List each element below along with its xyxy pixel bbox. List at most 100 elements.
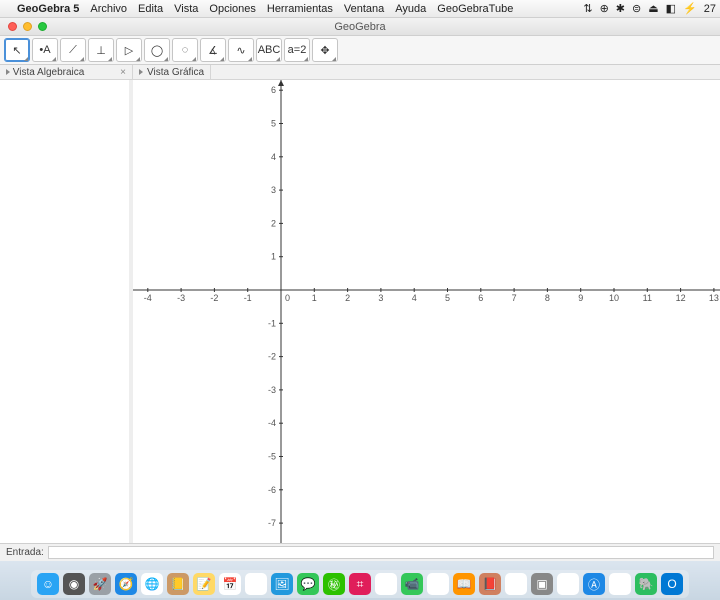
dock-app-mail[interactable]: ✉ [609,573,631,595]
input-bar: Entrada: [0,543,720,561]
dock: ☺◉🚀🧭🌐📒📝📅☑🖼💬㊙⌗✿📹🗺📖📕◯▣♫Ⓐ✉🐘O [31,570,689,598]
svg-text:13: 13 [709,293,719,303]
algebra-pane-tab[interactable]: Vista Algebraica × [0,65,133,79]
menu-edita[interactable]: Edita [138,3,163,15]
menu-geogebratube[interactable]: GeoGebraTube [437,3,513,15]
graphics-pane-label: Vista Gráfica [147,67,204,78]
svg-text:-1: -1 [268,318,276,328]
dock-app-calendar[interactable]: 📅 [219,573,241,595]
sync-icon[interactable]: ⊕ [600,2,609,15]
slider-tool[interactable]: a=2 [284,38,310,62]
battery-icon[interactable]: ⚡ [683,2,697,15]
dock-app-geogebra[interactable]: ◯ [505,573,527,595]
dropdown-icon [136,57,140,61]
menu-ventana[interactable]: Ventana [344,3,384,15]
polygon-tool[interactable]: ▷ [116,38,142,62]
dock-app-messages[interactable]: 💬 [297,573,319,595]
svg-text:-6: -6 [268,485,276,495]
disclosure-icon [6,69,10,75]
svg-text:-4: -4 [268,418,276,428]
dock-app-siri[interactable]: ◉ [63,573,85,595]
angle-tool[interactable]: ∡ [200,38,226,62]
menu-ayuda[interactable]: Ayuda [395,3,426,15]
bluetooth-icon[interactable]: ✱ [616,2,625,15]
move-tool[interactable]: ↖ [4,38,30,62]
svg-text:0: 0 [285,293,290,303]
dock-app-safari[interactable]: 🧭 [115,573,137,595]
dock-app-reminders[interactable]: ☑ [245,573,267,595]
svg-text:5: 5 [445,293,450,303]
clock[interactable]: 27 [704,3,716,15]
line-tool[interactable]: ⟋ [60,38,86,62]
svg-text:-3: -3 [268,385,276,395]
dock-app-launchpad[interactable]: 🚀 [89,573,111,595]
svg-text:6: 6 [271,85,276,95]
menu-herramientas[interactable]: Herramientas [267,3,333,15]
display-icon[interactable]: ⏏ [648,2,658,15]
dock-app-preview[interactable]: 🖼 [271,573,293,595]
input-field[interactable] [48,546,714,559]
dock-app-itunes[interactable]: ♫ [557,573,579,595]
dock-app-screencap[interactable]: ▣ [531,573,553,595]
workspace: -4-3-2-1012345678910111213-7-6-5-4-3-2-1… [0,80,720,543]
pan-tool[interactable]: ✥ [312,38,338,62]
circle-tool[interactable]: ◯ [144,38,170,62]
dropdown-icon [276,57,280,61]
svg-text:5: 5 [271,119,276,129]
dock-app-facetime[interactable]: 📹 [401,573,423,595]
dropbox-icon[interactable]: ⇅ [583,2,592,15]
dock-area: ☺◉🚀🧭🌐📒📝📅☑🖼💬㊙⌗✿📹🗺📖📕◯▣♫Ⓐ✉🐘O [0,561,720,600]
point-tool[interactable]: •A [32,38,58,62]
text-tool[interactable]: ABC [256,38,282,62]
graphics-view[interactable]: -4-3-2-1012345678910111213-7-6-5-4-3-2-1… [133,80,720,543]
svg-text:11: 11 [643,293,652,303]
dock-app-chrome[interactable]: 🌐 [141,573,163,595]
graphics-pane-tab[interactable]: Vista Gráfica [133,65,211,79]
svg-text:8: 8 [545,293,550,303]
dock-app-evernote[interactable]: 🐘 [635,573,657,595]
algebra-pane-close-icon[interactable]: × [120,67,126,78]
reflect-tool[interactable]: ∿ [228,38,254,62]
svg-text:2: 2 [271,218,276,228]
dropdown-icon [304,57,308,61]
dock-app-photos[interactable]: ✿ [375,573,397,595]
dropdown-icon [220,57,224,61]
dropdown-icon [80,57,84,61]
algebra-view[interactable] [0,80,133,543]
ellipse-tool[interactable]: ◌ [172,38,198,62]
dock-app-slack[interactable]: ⌗ [349,573,371,595]
dock-app-maps[interactable]: 🗺 [427,573,449,595]
svg-text:-4: -4 [144,293,152,303]
volume-icon[interactable]: ◧ [666,2,676,15]
wifi-icon[interactable]: ⊜ [632,2,641,15]
dropdown-icon [164,57,168,61]
perpendicular-tool[interactable]: ⊥ [88,38,114,62]
dock-app-dictionary[interactable]: 📕 [479,573,501,595]
svg-text:-5: -5 [268,452,276,462]
dropdown-icon [108,57,112,61]
menu-vista[interactable]: Vista [174,3,198,15]
dropdown-icon [248,57,252,61]
menu-archivo[interactable]: Archivo [90,3,127,15]
dock-app-finder[interactable]: ☺ [37,573,59,595]
toolbar: ↖•A⟋⊥▷◯◌∡∿ABCa=2✥ [0,36,720,65]
svg-text:7: 7 [512,293,517,303]
svg-text:3: 3 [378,293,383,303]
svg-text:-2: -2 [268,352,276,362]
dock-app-wechat[interactable]: ㊙ [323,573,345,595]
dock-app-contacts[interactable]: 📒 [167,573,189,595]
macos-menubar: GeoGebra 5 Archivo Edita Vista Opciones … [0,0,720,18]
svg-text:4: 4 [271,152,276,162]
dock-app-ibooks[interactable]: 📖 [453,573,475,595]
svg-text:6: 6 [478,293,483,303]
svg-text:12: 12 [676,293,686,303]
dock-app-outlook[interactable]: O [661,573,683,595]
menu-opciones[interactable]: Opciones [209,3,255,15]
svg-text:-3: -3 [177,293,185,303]
svg-text:1: 1 [312,293,317,303]
svg-text:9: 9 [578,293,583,303]
svg-text:3: 3 [271,185,276,195]
dock-app-appstore[interactable]: Ⓐ [583,573,605,595]
dock-app-notes[interactable]: 📝 [193,573,215,595]
app-menu[interactable]: GeoGebra 5 [17,3,79,15]
